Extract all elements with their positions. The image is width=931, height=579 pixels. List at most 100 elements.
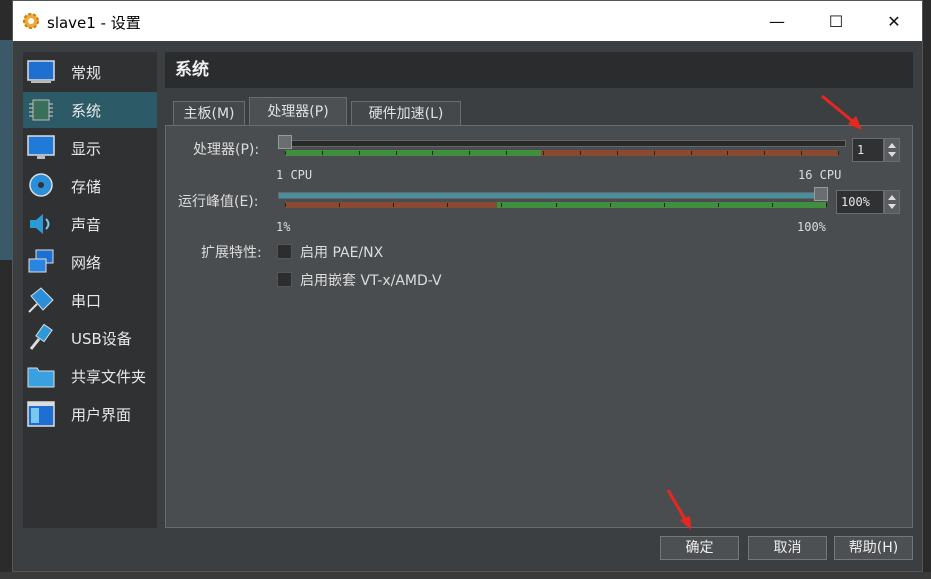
slider-tick bbox=[691, 151, 692, 155]
sidebar-item-storage[interactable]: 存储 bbox=[23, 168, 157, 204]
maximize-button[interactable]: ☐ bbox=[813, 7, 859, 35]
background-window-edge bbox=[0, 40, 12, 260]
slider-tick bbox=[727, 151, 728, 155]
slider-tick bbox=[826, 203, 827, 207]
sidebar-item-label: 用户界面 bbox=[71, 405, 132, 424]
tab-acceleration[interactable]: 硬件加速(L) bbox=[351, 101, 461, 125]
exec-cap-label: 运行峰值(E): bbox=[178, 194, 259, 210]
slider-tick bbox=[432, 151, 433, 155]
sidebar-item-label: 共享文件夹 bbox=[71, 367, 147, 386]
exec-cap-min-label: 1% bbox=[276, 220, 291, 234]
sidebar-item-system[interactable]: 系统 bbox=[23, 92, 157, 128]
sidebar-item-label: 常规 bbox=[71, 63, 102, 82]
sidebar-item-label: 显示 bbox=[71, 139, 102, 158]
sidebar-item-usb[interactable]: USB设备 bbox=[23, 320, 157, 356]
processor-slider-handle[interactable] bbox=[278, 135, 292, 149]
settings-dialog: slave1 - 设置 — ☐ ✕ 常规 系统 显示 存储 声音 网络 串口 U… bbox=[12, 0, 923, 572]
minimize-button[interactable]: — bbox=[754, 7, 800, 35]
tab-motherboard[interactable]: 主板(M) bbox=[173, 101, 245, 125]
title-bar: slave1 - 设置 — ☐ ✕ bbox=[13, 1, 922, 41]
slider-tick bbox=[838, 151, 839, 155]
storage-icon bbox=[26, 171, 56, 201]
slider-tick bbox=[617, 151, 618, 155]
sidebar-item-label: 系统 bbox=[71, 101, 102, 120]
slider-tick bbox=[469, 151, 470, 155]
annotation-arrow-icon bbox=[821, 94, 862, 130]
slider-tick bbox=[718, 203, 719, 207]
slider-tick bbox=[801, 151, 802, 155]
user-interface-icon bbox=[26, 399, 56, 429]
slider-tick bbox=[664, 203, 665, 207]
slider-tick bbox=[654, 151, 655, 155]
slider-tick bbox=[764, 151, 765, 155]
sidebar-item-network[interactable]: 网络 bbox=[23, 244, 157, 280]
serial-port-icon bbox=[26, 285, 56, 315]
processor-count-input[interactable]: 1 bbox=[852, 138, 884, 162]
general-icon bbox=[26, 57, 56, 87]
minimize-icon: — bbox=[769, 11, 785, 31]
sidebar-item-user-interface[interactable]: 用户界面 bbox=[23, 396, 157, 432]
spinner-arrows-icon bbox=[888, 143, 896, 157]
close-icon: ✕ bbox=[887, 11, 901, 31]
slider-tick bbox=[610, 203, 611, 207]
pae-nx-checkbox[interactable] bbox=[277, 244, 292, 259]
sidebar-item-label: 存储 bbox=[71, 177, 102, 196]
spinner-arrows-icon bbox=[888, 195, 896, 209]
slider-tick bbox=[506, 151, 507, 155]
slider-tick bbox=[556, 203, 557, 207]
slider-tick bbox=[393, 203, 394, 207]
sidebar-item-label: 串口 bbox=[71, 291, 102, 310]
slider-tick bbox=[396, 151, 397, 155]
slider-tick bbox=[339, 203, 340, 207]
display-icon bbox=[26, 133, 56, 163]
network-icon bbox=[26, 247, 56, 277]
nested-vtx-label[interactable]: 启用嵌套 VT-x/AMD-V bbox=[300, 270, 442, 290]
slider-tick bbox=[580, 151, 581, 155]
slider-tick bbox=[285, 203, 286, 207]
exec-cap-green-zone bbox=[497, 202, 826, 208]
sidebar-item-serial[interactable]: 串口 bbox=[23, 282, 157, 318]
processor-green-zone bbox=[285, 150, 541, 156]
slider-tick bbox=[285, 151, 286, 155]
slider-tick bbox=[543, 151, 544, 155]
window-title: slave1 - 设置 bbox=[47, 14, 141, 32]
slider-tick bbox=[772, 203, 773, 207]
processor-red-zone bbox=[541, 150, 838, 156]
audio-icon bbox=[26, 209, 56, 239]
exec-cap-red-zone bbox=[285, 202, 497, 208]
processor-slider-track[interactable] bbox=[278, 140, 846, 147]
slider-tick bbox=[359, 151, 360, 155]
maximize-icon: ☐ bbox=[828, 11, 844, 31]
gear-icon bbox=[23, 13, 39, 29]
slider-tick bbox=[322, 151, 323, 155]
sidebar-item-label: USB设备 bbox=[71, 329, 132, 348]
exec-cap-input[interactable]: 100% bbox=[836, 190, 884, 214]
content-area: 系统 主板(M) 处理器(P) 硬件加速(L) 处理器(P): 1 1 CPU … bbox=[165, 52, 913, 528]
sidebar-item-shared-folders[interactable]: 共享文件夹 bbox=[23, 358, 157, 394]
close-button[interactable]: ✕ bbox=[871, 7, 917, 35]
processor-spinner-buttons[interactable] bbox=[884, 138, 900, 162]
sidebar-item-display[interactable]: 显示 bbox=[23, 130, 157, 166]
processor-max-label: 16 CPU bbox=[798, 168, 842, 182]
page-title: 系统 bbox=[165, 52, 913, 88]
exec-cap-max-label: 100% bbox=[797, 220, 826, 234]
nested-vtx-checkbox[interactable] bbox=[277, 272, 292, 287]
exec-cap-spinner-buttons[interactable] bbox=[884, 190, 900, 214]
cancel-button[interactable]: 取消 bbox=[748, 536, 827, 560]
usb-icon bbox=[26, 323, 56, 353]
system-chip-icon bbox=[26, 95, 56, 125]
exec-cap-slider-track[interactable] bbox=[278, 192, 828, 199]
shared-folder-icon bbox=[26, 361, 56, 391]
sidebar-item-label: 声音 bbox=[71, 215, 102, 234]
help-button[interactable]: 帮助(H) bbox=[834, 536, 913, 560]
tab-processor[interactable]: 处理器(P) bbox=[249, 97, 347, 125]
exec-cap-value: 100% bbox=[841, 195, 870, 209]
extended-features-label: 扩展特性: bbox=[201, 245, 262, 261]
pae-nx-label[interactable]: 启用 PAE/NX bbox=[300, 242, 383, 262]
exec-cap-slider-handle[interactable] bbox=[814, 187, 828, 201]
ok-button[interactable]: 确定 bbox=[660, 536, 739, 560]
processor-label: 处理器(P): bbox=[193, 142, 260, 158]
sidebar-item-general[interactable]: 常规 bbox=[23, 54, 157, 90]
slider-tick bbox=[447, 203, 448, 207]
sidebar-item-audio[interactable]: 声音 bbox=[23, 206, 157, 242]
